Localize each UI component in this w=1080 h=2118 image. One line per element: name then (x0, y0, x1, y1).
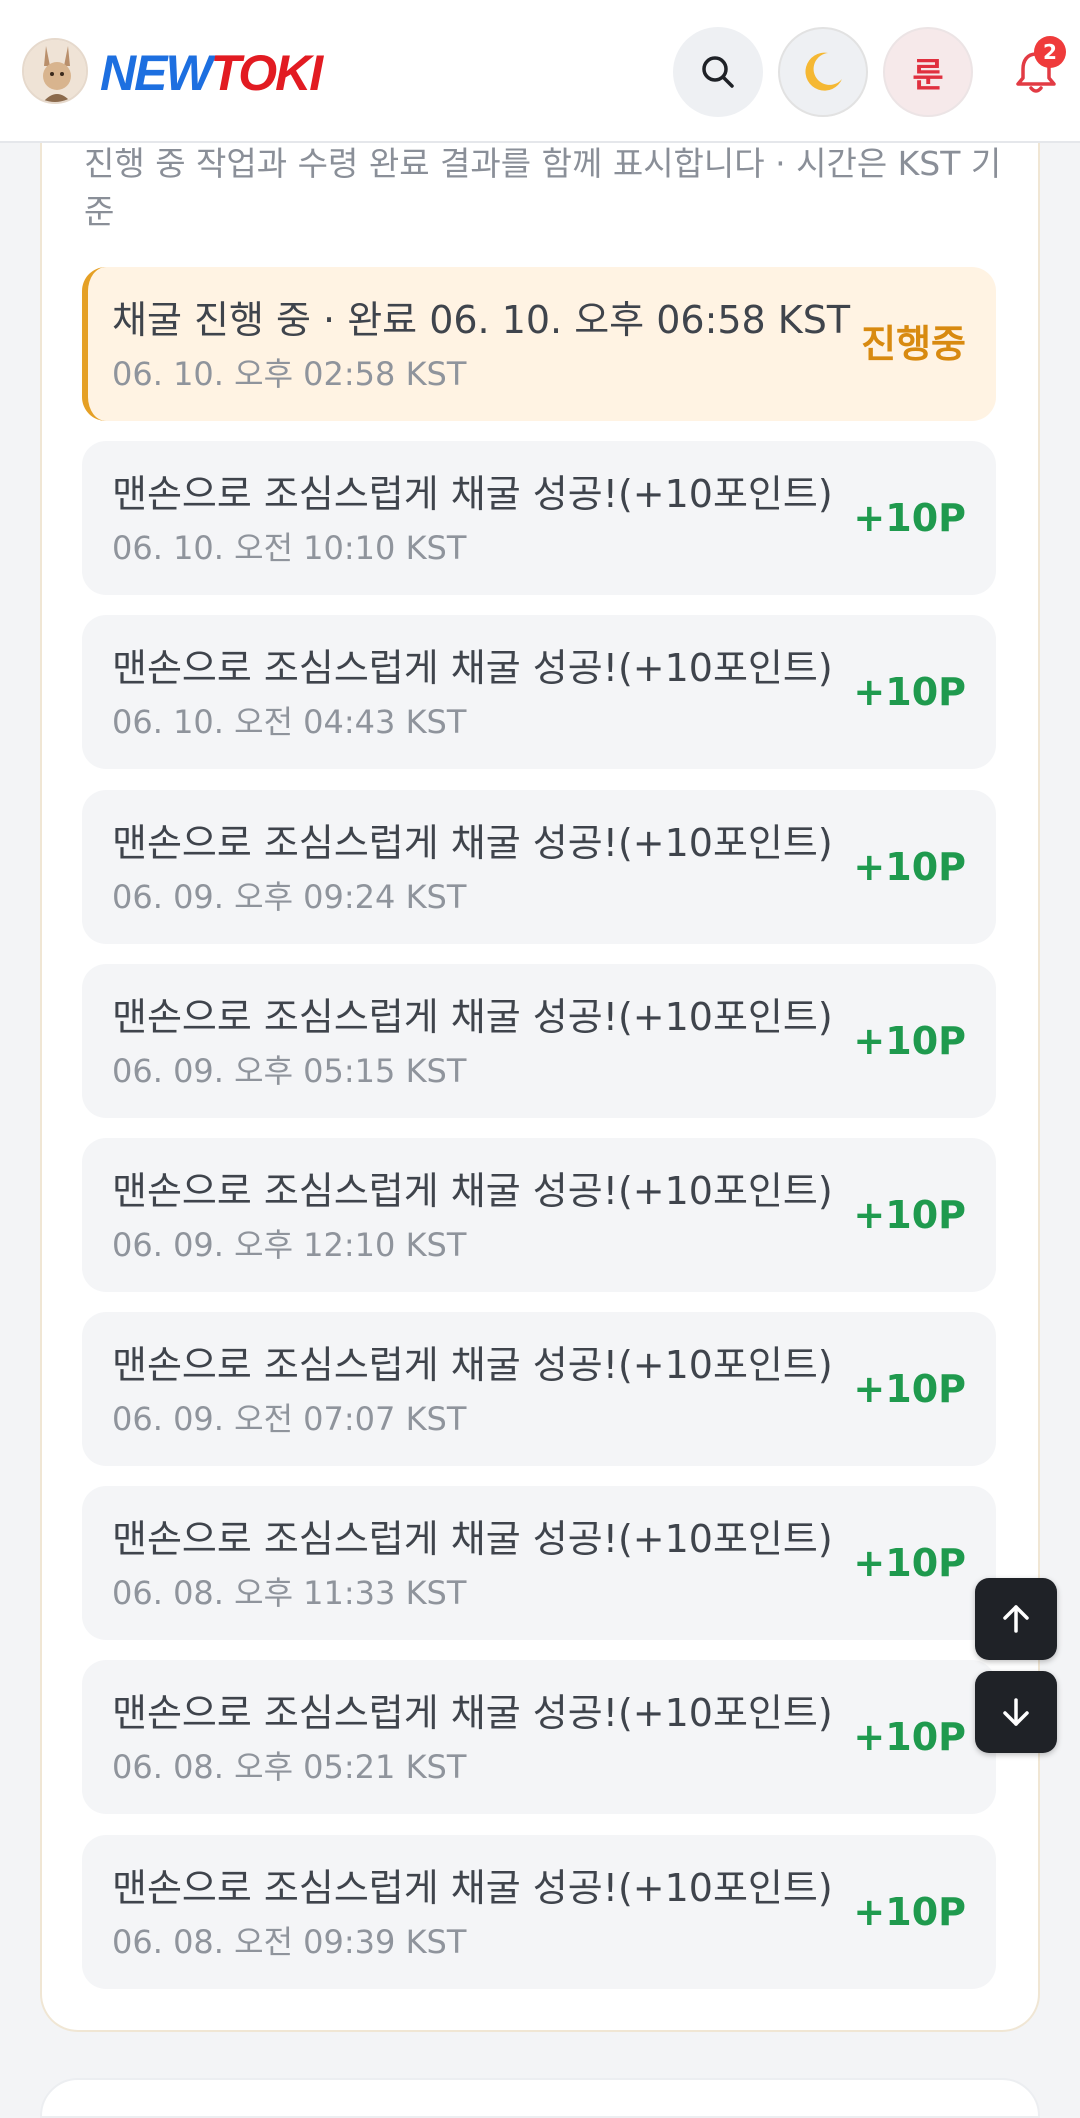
row-title: 맨손으로 조심스럽게 채굴 성공!(+10포인트) (112, 821, 833, 865)
notification-badge: 2 (1034, 36, 1066, 68)
row-time: 06. 09. 오전 07:07 KST (112, 1400, 467, 1438)
reward-points: +10P (853, 1019, 966, 1063)
row-title: 맨손으로 조심스럽게 채굴 성공!(+10포인트) (112, 1343, 833, 1387)
history-row: 맨손으로 조심스럽게 채굴 성공!(+10포인트) 06. 10. 오전 04:… (82, 615, 996, 769)
reward-points: +10P (853, 1890, 966, 1934)
reward-points: +10P (853, 1367, 966, 1411)
logo-avatar[interactable] (22, 38, 88, 104)
scroll-bottom-button[interactable] (975, 1671, 1057, 1753)
row-title: 채굴 진행 중 · 완료 06. 10. 오후 06:58 KST (112, 298, 851, 342)
history-row: 맨손으로 조심스럽게 채굴 성공!(+10포인트) 06. 09. 오후 09:… (82, 790, 996, 944)
moon-icon (805, 52, 842, 91)
status-badge: 진행중 (861, 322, 966, 366)
reward-points: +10P (853, 845, 966, 889)
arrow-down-icon (1003, 1698, 1029, 1726)
next-section-card (40, 2078, 1040, 2118)
row-title: 맨손으로 조심스럽게 채굴 성공!(+10포인트) (112, 995, 833, 1039)
reward-points: +10P (853, 1193, 966, 1237)
row-time: 06. 08. 오전 09:39 KST (112, 1923, 467, 1961)
rabbit-mascot-icon (24, 40, 86, 102)
panel-subtitle: 진행 중 작업과 수령 완료 결과를 함께 표시합니다 · 시간은 KST 기준 (84, 144, 1002, 231)
rune-button[interactable]: 룬 (883, 27, 973, 117)
rune-label: 룬 (912, 55, 944, 96)
row-time: 06. 08. 오후 11:33 KST (112, 1574, 467, 1612)
row-title: 맨손으로 조심스럽게 채굴 성공!(+10포인트) (112, 472, 833, 516)
search-icon (702, 56, 734, 88)
logo-new-text: NEW (100, 45, 213, 101)
history-row: 맨손으로 조심스럽게 채굴 성공!(+10포인트) 06. 09. 오전 07:… (82, 1312, 996, 1466)
search-button[interactable] (673, 27, 763, 117)
row-time: 06. 10. 오전 10:10 KST (112, 529, 467, 567)
history-row: 맨손으로 조심스럽게 채굴 성공!(+10포인트) 06. 09. 오후 05:… (82, 964, 996, 1118)
history-row: 맨손으로 조심스럽게 채굴 성공!(+10포인트) 06. 10. 오전 10:… (82, 441, 996, 595)
row-time: 06. 09. 오후 09:24 KST (112, 878, 467, 916)
row-title: 맨손으로 조심스럽게 채굴 성공!(+10포인트) (112, 1866, 833, 1910)
row-time: 06. 10. 오후 02:58 KST (112, 355, 467, 393)
row-time: 06. 10. 오전 04:43 KST (112, 703, 467, 741)
site-logo[interactable]: NEWTOKI (100, 40, 324, 106)
history-row: 맨손으로 조심스럽게 채굴 성공!(+10포인트) 06. 08. 오후 11:… (82, 1486, 996, 1640)
history-row: 맨손으로 조심스럽게 채굴 성공!(+10포인트) 06. 09. 오후 12:… (82, 1138, 996, 1292)
row-title: 맨손으로 조심스럽게 채굴 성공!(+10포인트) (112, 1169, 833, 1213)
reward-points: +10P (853, 670, 966, 714)
theme-toggle-button[interactable] (778, 27, 868, 117)
arrow-up-icon (1003, 1605, 1029, 1633)
history-row: 맨손으로 조심스럽게 채굴 성공!(+10포인트) 06. 08. 오후 05:… (82, 1660, 996, 1814)
row-title: 맨손으로 조심스럽게 채굴 성공!(+10포인트) (112, 1517, 833, 1561)
logo-toki-text: TOKI (210, 45, 324, 101)
reward-points: +10P (853, 1715, 966, 1759)
row-time: 06. 09. 오후 12:10 KST (112, 1226, 467, 1264)
reward-points: +10P (853, 1541, 966, 1585)
row-title: 맨손으로 조심스럽게 채굴 성공!(+10포인트) (112, 646, 833, 690)
row-time: 06. 08. 오후 05:21 KST (112, 1748, 467, 1786)
top-header: NEWTOKI 룬 2 (0, 0, 1080, 143)
reward-points: +10P (853, 496, 966, 540)
row-title: 맨손으로 조심스럽게 채굴 성공!(+10포인트) (112, 1691, 833, 1735)
history-row: 맨손으로 조심스럽게 채굴 성공!(+10포인트) 06. 08. 오전 09:… (82, 1835, 996, 1989)
history-row-in-progress: 채굴 진행 중 · 완료 06. 10. 오후 06:58 KST 06. 10… (82, 267, 996, 421)
scroll-top-button[interactable] (975, 1578, 1057, 1660)
row-time: 06. 09. 오후 05:15 KST (112, 1052, 467, 1090)
